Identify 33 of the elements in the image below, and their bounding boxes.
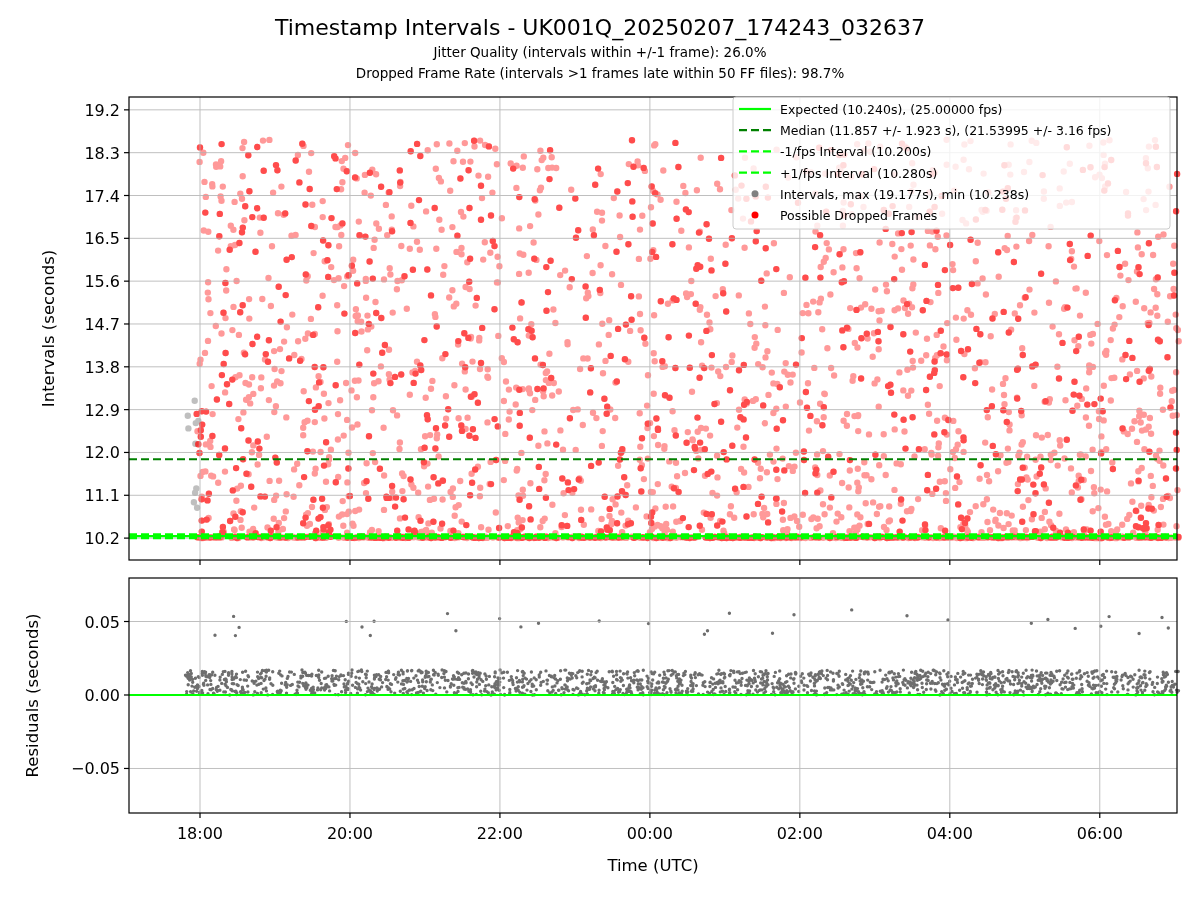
y-tick-label: 0.00 — [84, 686, 120, 705]
legend-label: Possible Dropped Frames — [780, 208, 938, 223]
y-tick-label: 17.4 — [84, 186, 120, 206]
x-tick-label: 04:00 — [926, 824, 973, 843]
legend-label: Expected (10.240s), (25.00000 fps) — [780, 102, 1003, 117]
y-tick-label: 19.2 — [84, 100, 120, 120]
y-tick-label: 15.6 — [84, 272, 120, 292]
y-tick-label: −0.05 — [70, 759, 120, 779]
chart-title: Timestamp Intervals - UK001Q_20250207_174243_032637 — [274, 14, 926, 42]
y-tick-label: 11.1 — [84, 486, 120, 506]
chart-subtitle: Jitter Quality (intervals within +/-1 frame): 26.0% — [433, 43, 767, 62]
y-tick-label: 12.0 — [84, 443, 120, 463]
x-tick-label: 00:00 — [626, 824, 673, 843]
legend-label: Intervals, max (19.177s), min (10.238s) — [780, 186, 1030, 202]
y-tick-label: 0.05 — [84, 612, 120, 632]
legend-label: -1/fps Interval (10.200s) — [780, 144, 932, 160]
y-tick-label: 13.8 — [84, 357, 120, 377]
y-tick-label: 18.3 — [84, 143, 120, 163]
y-axis-label: Intervals (seconds) — [39, 249, 58, 408]
x-tick-label: 22:00 — [476, 824, 523, 843]
chart-subtitle: Dropped Frame Rate (intervals >1 frames late within 50 FF files): 98.7% — [355, 64, 845, 83]
x-axis-label: Time (UTC) — [607, 856, 699, 875]
y-tick-label: 10.2 — [84, 529, 120, 549]
y-axis-label: Residuals (seconds) — [23, 613, 42, 778]
y-tick-label: 14.7 — [84, 315, 120, 334]
legend-label: +1/fps Interval (10.280s) — [780, 165, 938, 181]
x-tick-label: 06:00 — [1076, 824, 1123, 843]
y-tick-label: 16.5 — [84, 229, 120, 249]
x-tick-label: 02:00 — [776, 824, 823, 843]
x-tick-label: 20:00 — [326, 824, 373, 843]
y-tick-label: 12.9 — [84, 400, 120, 420]
legend-label: Median (11.857 +/- 1.923 s), (21.53995 +/- 3.16 fps) — [780, 123, 1112, 139]
x-tick-label: 18:00 — [176, 824, 224, 843]
